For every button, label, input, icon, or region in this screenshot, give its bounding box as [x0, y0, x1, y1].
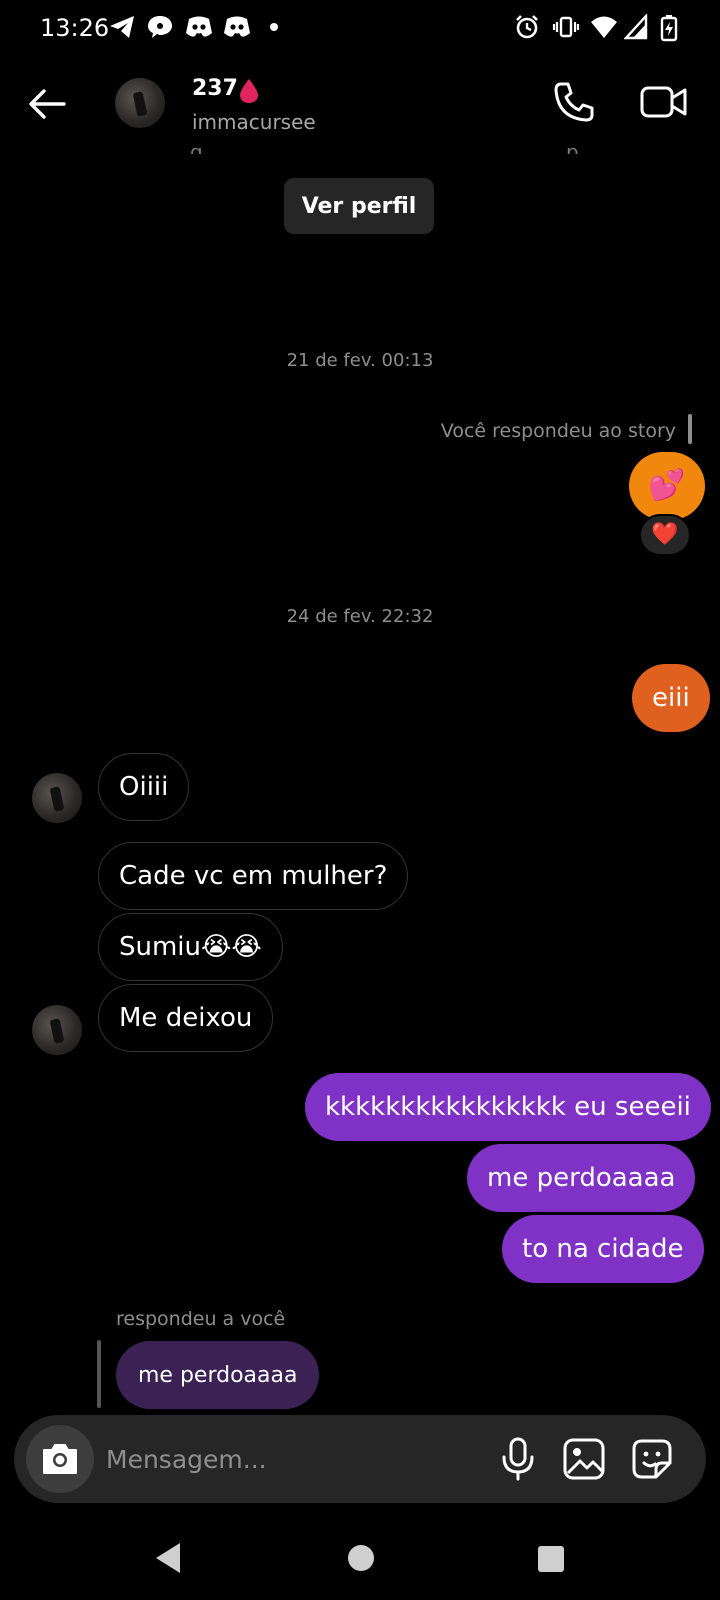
message-bubble-incoming[interactable]: Sumiu😭😭 [98, 913, 283, 981]
wifi-icon [591, 16, 617, 38]
reply-label: respondeu a você [116, 1308, 286, 1330]
scrolled-text-fragment: p [566, 140, 579, 154]
date-separator: 21 de fev. 00:13 [286, 350, 434, 371]
dot-icon [270, 23, 278, 31]
reaction-badge[interactable]: ❤️ [639, 514, 691, 556]
back-arrow-icon[interactable] [24, 80, 72, 128]
blood-drop-icon [240, 79, 258, 103]
telegram-icon [110, 16, 134, 38]
discord-icon [224, 16, 250, 37]
gallery-icon[interactable] [560, 1435, 608, 1483]
avatar[interactable] [115, 78, 165, 128]
nav-recents-button[interactable] [538, 1546, 564, 1572]
heart-emoji: ❤️ [651, 522, 679, 547]
message-bubble-outgoing[interactable]: eiii [632, 664, 710, 732]
message-bubble-incoming[interactable]: Me deixou [98, 984, 274, 1052]
message-bubble-outgoing[interactable]: me perdoaaaa [467, 1144, 696, 1212]
scrolled-text-fragment: g [190, 140, 203, 154]
message-composer [14, 1415, 706, 1503]
battery-charging-icon [660, 15, 678, 42]
story-reply-bubble[interactable]: 💕 [629, 452, 705, 520]
story-reply-bar [688, 414, 692, 444]
camera-icon [43, 1444, 77, 1474]
status-time: 13:26 [40, 14, 110, 42]
nav-back-icon[interactable] [152, 1540, 184, 1576]
alarm-icon [516, 15, 538, 39]
message-input[interactable] [106, 1435, 466, 1483]
story-reply-label: Você respondeu ao story [440, 420, 676, 442]
sticker-icon[interactable] [628, 1435, 676, 1483]
two-hearts-emoji: 💕 [648, 468, 686, 503]
message-bubble-incoming[interactable]: Oiiii [98, 753, 190, 821]
view-profile-button[interactable]: Ver perfil [284, 178, 434, 234]
vibrate-icon [552, 16, 580, 38]
nav-home-button[interactable] [348, 1545, 374, 1571]
status-bar: 13:26 [0, 0, 720, 56]
camera-button[interactable] [26, 1425, 94, 1493]
avatar[interactable] [32, 1005, 82, 1055]
contact-name[interactable]: 237 [192, 76, 238, 101]
video-camera-icon[interactable] [640, 82, 688, 122]
signal-icon [624, 14, 648, 40]
avatar[interactable] [32, 773, 82, 823]
contact-username[interactable]: immacursee [192, 110, 316, 134]
reply-quote-bar [97, 1340, 101, 1408]
discord-icon [186, 16, 212, 37]
chat-header: 237 immacursee [0, 60, 720, 152]
chat-bubble-icon [148, 16, 172, 38]
microphone-icon[interactable] [494, 1435, 542, 1483]
phone-icon[interactable] [552, 80, 596, 124]
date-separator: 24 de fev. 22:32 [286, 606, 434, 627]
message-bubble-outgoing[interactable]: kkkkkkkkkkkkkkkk eu seeeii [305, 1073, 711, 1141]
quoted-message-bubble[interactable]: me perdoaaaa [116, 1341, 320, 1409]
message-bubble-outgoing[interactable]: to na cidade [502, 1215, 704, 1283]
message-bubble-incoming[interactable]: Cade vc em mulher? [98, 842, 409, 910]
